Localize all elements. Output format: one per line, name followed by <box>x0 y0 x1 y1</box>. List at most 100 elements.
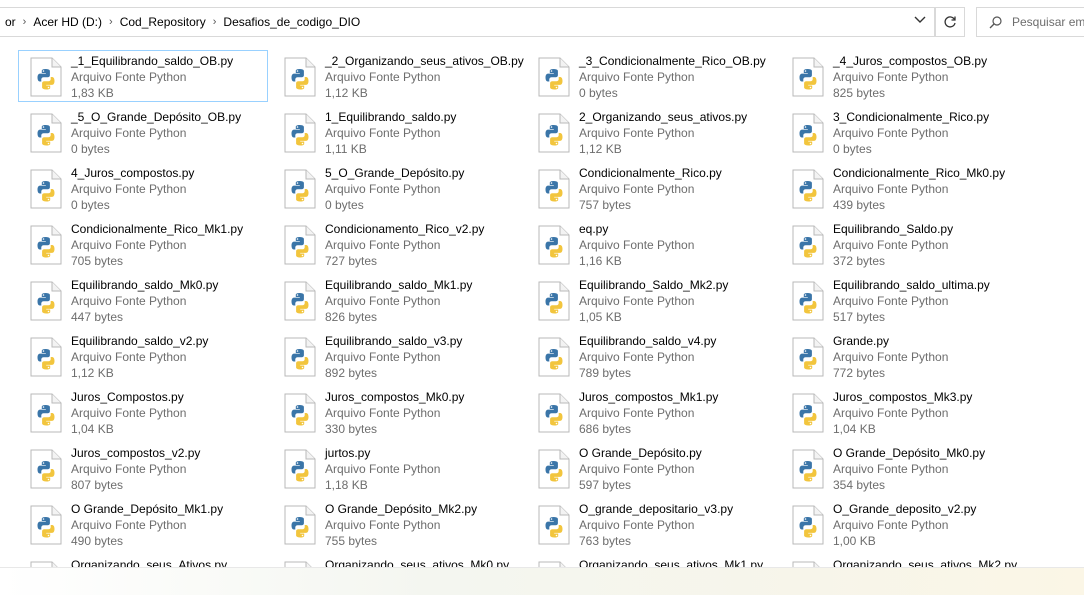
chevron-right-icon[interactable]: › <box>20 16 30 28</box>
file-tile[interactable]: Equilibrando_Saldo_Mk2.py Arquivo Fonte … <box>526 274 776 326</box>
file-type: Arquivo Fonte Python <box>579 518 695 532</box>
file-tile[interactable]: Equilibrando_Saldo.py Arquivo Fonte Pyth… <box>780 218 1030 270</box>
file-type: Arquivo Fonte Python <box>833 126 949 140</box>
file-size: 1,12 KB <box>71 366 114 380</box>
file-tile[interactable]: Equilibrando_saldo_v3.py Arquivo Fonte P… <box>272 330 522 382</box>
file-tile[interactable]: O Grande_Depósito_Mk0.py Arquivo Fonte P… <box>780 442 1030 494</box>
file-tile[interactable]: _5_O_Grande_Depósito_OB.py Arquivo Fonte… <box>18 106 268 158</box>
file-type: Arquivo Fonte Python <box>579 70 695 84</box>
file-tile[interactable]: jurtos.py Arquivo Fonte Python 1,18 KB <box>272 442 522 494</box>
file-name: O Grande_Depósito_Mk1.py <box>71 502 224 516</box>
python-file-icon <box>792 57 824 97</box>
python-file-icon <box>284 113 316 153</box>
file-tile[interactable]: Organizando_seus_Ativos.py <box>18 554 268 567</box>
file-size: 1,00 KB <box>833 534 876 548</box>
file-size: 826 bytes <box>325 310 378 324</box>
file-size: 330 bytes <box>325 422 378 436</box>
file-tile[interactable]: 3_Condicionalmente_Rico.py Arquivo Fonte… <box>780 106 1030 158</box>
address-bar: or › Acer HD (D:) › Cod_Repository › Des… <box>0 0 1084 44</box>
file-type: Arquivo Fonte Python <box>833 350 949 364</box>
python-file-icon <box>30 113 62 153</box>
file-tile[interactable]: Equilibrando_saldo_ultima.py Arquivo Fon… <box>780 274 1030 326</box>
file-size: 1,04 KB <box>71 422 114 436</box>
file-tile[interactable]: Condicionalmente_Rico_Mk1.py Arquivo Fon… <box>18 218 268 270</box>
file-tile[interactable]: Juros_compostos_Mk1.py Arquivo Fonte Pyt… <box>526 386 776 438</box>
file-name: Condicionalmente_Rico_Mk1.py <box>71 222 244 236</box>
file-type: Arquivo Fonte Python <box>71 518 187 532</box>
file-tile[interactable]: _2_Organizando_seus_ativos_OB.py Arquivo… <box>272 50 524 102</box>
file-tile[interactable]: Equilibrando_saldo_v4.py Arquivo Fonte P… <box>526 330 776 382</box>
python-file-icon <box>284 169 316 209</box>
breadcrumb-item[interactable]: or <box>1 15 20 29</box>
file-name: Equilibrando_saldo_ultima.py <box>833 278 990 292</box>
file-type: Arquivo Fonte Python <box>579 294 695 308</box>
file-tile[interactable]: O Grande_Depósito_Mk1.py Arquivo Fonte P… <box>18 498 268 550</box>
file-name: Juros_compostos_Mk3.py <box>833 390 973 404</box>
file-tile[interactable]: 1_Equilibrando_saldo.py Arquivo Fonte Py… <box>272 106 522 158</box>
breadcrumb[interactable]: or › Acer HD (D:) › Cod_Repository › Des… <box>0 7 935 37</box>
breadcrumb-item[interactable]: Acer HD (D:) <box>29 15 106 29</box>
file-tile[interactable]: Juros_compostos_Mk0.py Arquivo Fonte Pyt… <box>272 386 522 438</box>
file-type: Arquivo Fonte Python <box>71 350 187 364</box>
file-name: Condicionalmente_Rico_Mk0.py <box>833 166 1006 180</box>
file-tile[interactable]: 5_O_Grande_Depósito.py Arquivo Fonte Pyt… <box>272 162 522 214</box>
python-file-icon <box>792 281 824 321</box>
file-tile[interactable]: 2_Organizando_seus_ativos.py Arquivo Fon… <box>526 106 776 158</box>
file-name: Equilibrando_saldo_v4.py <box>579 334 717 348</box>
python-file-icon <box>284 393 316 433</box>
breadcrumb-item[interactable]: Desafios_de_codigo_DIO <box>219 15 364 29</box>
file-tile[interactable]: Juros_compostos_v2.py Arquivo Fonte Pyth… <box>18 442 268 494</box>
file-name: Juros_compostos_v2.py <box>71 446 201 460</box>
file-tile[interactable]: Juros_compostos_Mk3.py Arquivo Fonte Pyt… <box>780 386 1030 438</box>
python-file-icon <box>30 281 62 321</box>
file-tile[interactable]: O_Grande_deposito_v2.py Arquivo Fonte Py… <box>780 498 1030 550</box>
file-tile[interactable]: Condicionalmente_Rico_Mk0.py Arquivo Fon… <box>780 162 1030 214</box>
file-tile[interactable]: Juros_Compostos.py Arquivo Fonte Python … <box>18 386 268 438</box>
file-type: Arquivo Fonte Python <box>833 518 949 532</box>
file-tile[interactable]: Condicionamento_Rico_v2.py Arquivo Fonte… <box>272 218 522 270</box>
python-file-icon <box>538 281 570 321</box>
file-tile[interactable]: Equilibrando_saldo_Mk1.py Arquivo Fonte … <box>272 274 522 326</box>
python-file-icon <box>538 337 570 377</box>
file-name: Organizando_seus_Ativos.py <box>71 558 228 567</box>
breadcrumb-item[interactable]: Cod_Repository <box>116 15 210 29</box>
file-tile[interactable]: _1_Equilibrando_saldo_OB.py Arquivo Font… <box>18 50 268 102</box>
file-tile[interactable]: Grande.py Arquivo Fonte Python 772 bytes <box>780 330 1030 382</box>
file-name: O Grande_Depósito_Mk0.py <box>833 446 986 460</box>
python-file-icon <box>792 449 824 489</box>
chevron-right-icon[interactable]: › <box>106 16 116 28</box>
file-type: Arquivo Fonte Python <box>579 406 695 420</box>
file-tile[interactable]: _3_Condicionalmente_Rico_OB.py Arquivo F… <box>526 50 776 102</box>
file-tile[interactable]: Organizando_seus_ativos_Mk0.py <box>272 554 522 567</box>
file-tile[interactable]: O_grande_depositario_v3.py Arquivo Fonte… <box>526 498 776 550</box>
file-tile[interactable]: Equilibrando_saldo_v2.py Arquivo Fonte P… <box>18 330 268 382</box>
file-size: 1,05 KB <box>579 310 622 324</box>
refresh-button[interactable] <box>935 7 965 37</box>
file-name: O_grande_depositario_v3.py <box>579 502 734 516</box>
chevron-right-icon[interactable]: › <box>210 16 220 28</box>
file-tile[interactable]: eq.py Arquivo Fonte Python 1,16 KB <box>526 218 776 270</box>
file-size: 0 bytes <box>71 142 110 156</box>
file-tile[interactable]: O Grande_Depósito_Mk2.py Arquivo Fonte P… <box>272 498 522 550</box>
search-box[interactable]: Pesquisar em <box>976 7 1084 37</box>
file-tile[interactable]: Organizando_seus_ativos_Mk1.py <box>526 554 776 567</box>
file-tile[interactable]: 4_Juros_compostos.py Arquivo Fonte Pytho… <box>18 162 268 214</box>
file-name: O_Grande_deposito_v2.py <box>833 502 977 516</box>
python-file-icon <box>538 113 570 153</box>
file-tile[interactable]: Organizando_seus_ativos_Mk2.py <box>780 554 1030 567</box>
file-tile[interactable]: Equilibrando_saldo_Mk0.py Arquivo Fonte … <box>18 274 268 326</box>
file-name: Condicionalmente_Rico.py <box>579 166 722 180</box>
file-tile[interactable]: O Grande_Depósito.py Arquivo Fonte Pytho… <box>526 442 776 494</box>
file-name: Equilibrando_saldo_Mk1.py <box>325 278 473 292</box>
python-file-icon <box>792 505 824 545</box>
file-size: 0 bytes <box>325 198 364 212</box>
file-type: Arquivo Fonte Python <box>325 462 441 476</box>
chevron-down-icon[interactable] <box>914 15 926 27</box>
file-type: Arquivo Fonte Python <box>71 126 187 140</box>
python-file-icon <box>30 225 62 265</box>
file-tile[interactable]: Condicionalmente_Rico.py Arquivo Fonte P… <box>526 162 776 214</box>
file-size: 1,83 KB <box>71 86 114 100</box>
file-tile[interactable]: _4_Juros_compostos_OB.py Arquivo Fonte P… <box>780 50 1030 102</box>
file-type: Arquivo Fonte Python <box>833 462 949 476</box>
file-name: eq.py <box>579 222 609 236</box>
